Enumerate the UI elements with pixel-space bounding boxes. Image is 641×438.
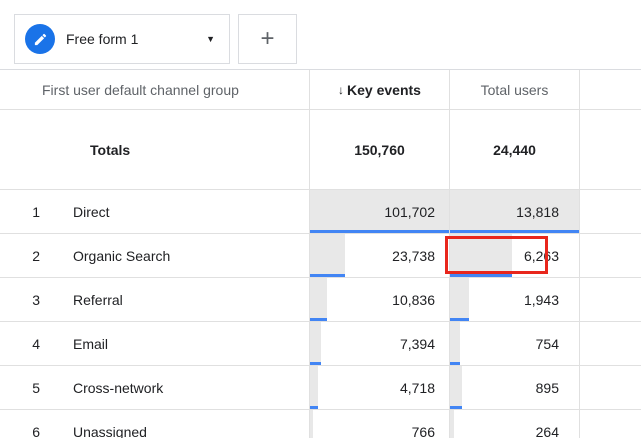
header-key-events-label: Key events xyxy=(347,81,421,98)
header-key-events[interactable]: ↓ Key events xyxy=(310,70,450,109)
channel-name: Cross-network xyxy=(73,379,164,396)
key-events-value: 766 xyxy=(411,423,435,438)
dimension-cell: 4 Email xyxy=(0,322,310,365)
cell-bar xyxy=(310,322,322,365)
table-header-row: First user default channel group ↓ Key e… xyxy=(0,70,641,110)
key-events-value: 101,702 xyxy=(384,203,435,220)
cell-bar xyxy=(310,410,313,438)
row-filler xyxy=(580,366,641,409)
data-table: First user default channel group ↓ Key e… xyxy=(0,70,641,438)
tab-strip: Free form 1 ▼ + xyxy=(0,0,641,70)
key-events-cell[interactable]: 10,836 xyxy=(310,278,450,321)
row-number: 3 xyxy=(32,291,40,308)
total-users-cell[interactable]: 754 xyxy=(450,322,580,365)
row-number: 2 xyxy=(32,247,40,264)
key-events-cell[interactable]: 101,702 xyxy=(310,190,450,233)
total-users-cell[interactable]: 1,943 xyxy=(450,278,580,321)
table-row-referral[interactable]: 3 Referral 10,836 1,943 xyxy=(0,278,641,322)
header-total-users[interactable]: Total users xyxy=(450,70,580,109)
totals-key-events: 150,760 xyxy=(310,110,450,189)
table-row-organic-search[interactable]: 2 Organic Search 23,738 6,263 xyxy=(0,234,641,278)
table-row-cross-network[interactable]: 5 Cross-network 4,718 895 xyxy=(0,366,641,410)
total-users-cell[interactable]: 895 xyxy=(450,366,580,409)
row-number: 4 xyxy=(32,335,40,352)
channel-name: Direct xyxy=(73,203,110,220)
add-tab-button[interactable]: + xyxy=(238,14,297,64)
total-users-value: 1,943 xyxy=(523,291,559,308)
sort-desc-icon: ↓ xyxy=(338,82,345,97)
chevron-down-icon[interactable]: ▼ xyxy=(204,30,217,48)
totals-filler xyxy=(580,110,641,189)
plus-icon: + xyxy=(260,25,275,52)
total-users-value: 895 xyxy=(535,379,559,396)
header-filler xyxy=(580,70,641,109)
row-filler xyxy=(580,410,641,438)
dimension-cell: 3 Referral xyxy=(0,278,310,321)
totals-label: Totals xyxy=(0,110,310,189)
dimension-cell: 1 Direct xyxy=(0,190,310,233)
total-users-value: 754 xyxy=(535,335,559,352)
key-events-value: 10,836 xyxy=(392,291,435,308)
cell-bar xyxy=(450,322,461,365)
cell-bar xyxy=(450,366,462,409)
channel-name: Referral xyxy=(73,291,123,308)
channel-name: Organic Search xyxy=(73,247,171,264)
cell-bar xyxy=(310,366,319,409)
cell-bar xyxy=(310,278,327,321)
totals-row: Totals 150,760 24,440 xyxy=(0,110,641,190)
row-filler xyxy=(580,234,641,277)
total-users-cell[interactable]: 264 xyxy=(450,410,580,438)
cell-bar xyxy=(450,278,470,321)
total-users-cell[interactable]: 13,818 xyxy=(450,190,580,233)
row-filler xyxy=(580,278,641,321)
row-number: 5 xyxy=(32,379,40,396)
cell-bar xyxy=(310,234,345,277)
cell-bar xyxy=(450,410,454,438)
row-filler xyxy=(580,190,641,233)
total-users-value: 264 xyxy=(535,423,559,438)
dimension-cell: 5 Cross-network xyxy=(0,366,310,409)
tab-label: Free form 1 xyxy=(66,31,139,47)
header-dimension[interactable]: First user default channel group xyxy=(0,70,310,109)
row-filler xyxy=(580,322,641,365)
row-number: 1 xyxy=(32,203,40,220)
key-events-cell[interactable]: 766 xyxy=(310,410,450,438)
total-users-cell[interactable]: 6,263 xyxy=(450,234,580,277)
key-events-cell[interactable]: 7,394 xyxy=(310,322,450,365)
table-row-direct[interactable]: 1 Direct 101,702 13,818 xyxy=(0,190,641,234)
dimension-cell: 6 Unassigned xyxy=(0,410,310,438)
key-events-value: 7,394 xyxy=(399,335,435,352)
analytics-exploration-panel: Free form 1 ▼ + First user default chann… xyxy=(0,0,641,438)
tab-free-form-1[interactable]: Free form 1 ▼ xyxy=(14,14,230,64)
row-number: 6 xyxy=(32,423,40,438)
edit-pencil-icon xyxy=(25,24,55,54)
key-events-value: 23,738 xyxy=(392,247,435,264)
key-events-cell[interactable]: 4,718 xyxy=(310,366,450,409)
header-total-users-label: Total users xyxy=(480,81,549,98)
table-row-unassigned[interactable]: 6 Unassigned 766 264 xyxy=(0,410,641,438)
table-row-email[interactable]: 4 Email 7,394 754 xyxy=(0,322,641,366)
total-users-value: 6,263 xyxy=(523,247,559,264)
channel-name: Unassigned xyxy=(73,423,147,438)
dimension-cell: 2 Organic Search xyxy=(0,234,310,277)
key-events-cell[interactable]: 23,738 xyxy=(310,234,450,277)
key-events-value: 4,718 xyxy=(399,379,435,396)
totals-total-users: 24,440 xyxy=(450,110,580,189)
cell-bar xyxy=(450,234,512,277)
total-users-value: 13,818 xyxy=(516,203,559,220)
channel-name: Email xyxy=(73,335,109,352)
